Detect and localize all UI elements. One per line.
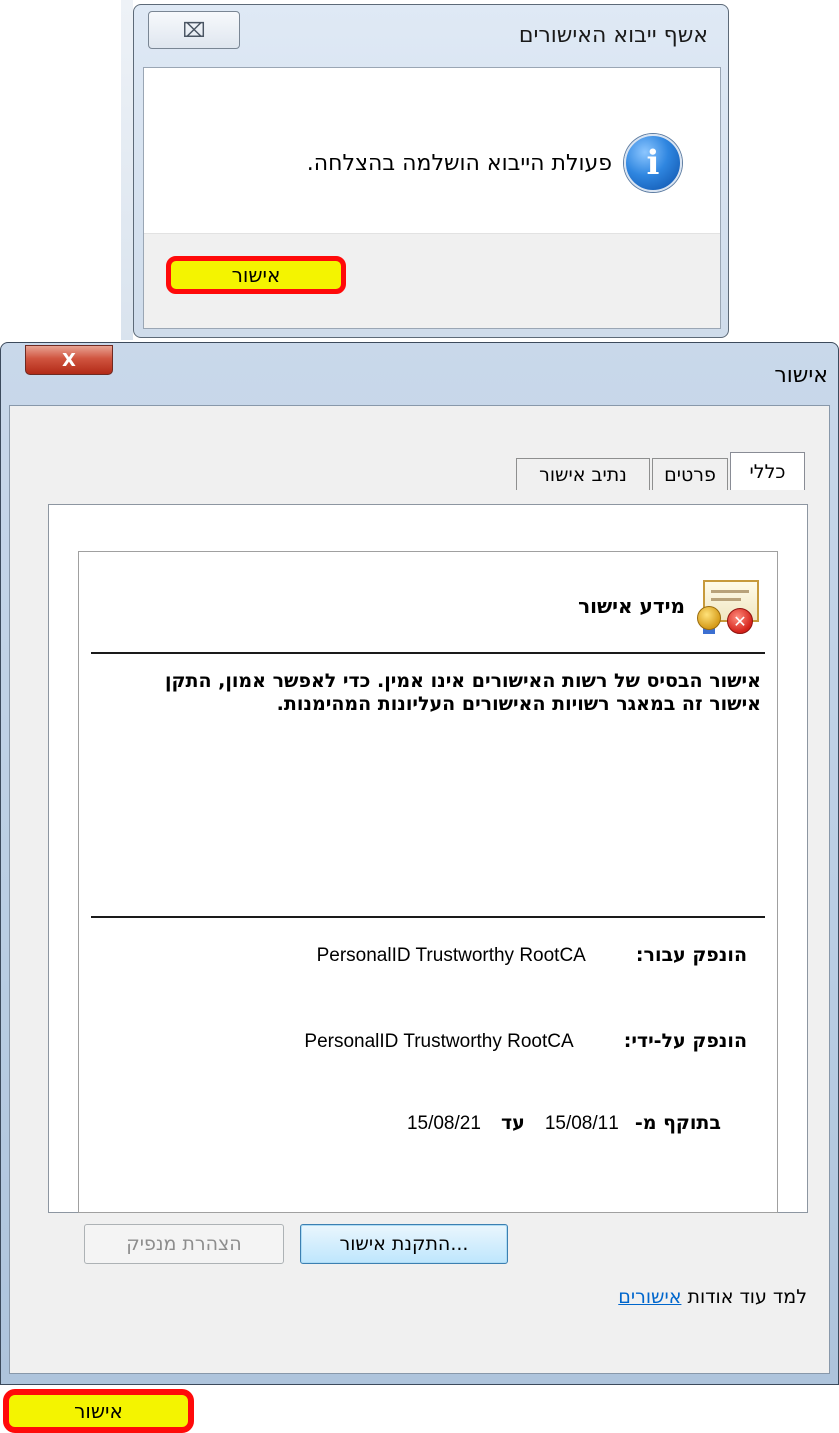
issuer-statement-button: הצהרת מנפיק bbox=[84, 1224, 284, 1264]
message-row: i פעולת הייבוא הושלמה בהצלחה. bbox=[307, 134, 682, 192]
dialog-body: i פעולת הייבוא הושלמה בהצלחה. אישור bbox=[143, 67, 721, 329]
validity-row: בתוקף מ- 15/08/11 עד 15/08/21 bbox=[407, 1112, 721, 1135]
tab-details[interactable]: פרטים bbox=[652, 458, 728, 490]
trust-warning-text: אישור הבסיס של רשות האישורים אינו אמין. … bbox=[165, 670, 761, 715]
learn-more-text: למד עוד אודות bbox=[687, 1286, 807, 1308]
issued-to-row: הונפק עבור: PersonalID Trustworthy RootC… bbox=[317, 944, 747, 967]
certificate-info-header: ✕ מידע אישור bbox=[578, 578, 763, 634]
close-button[interactable]: ⌧ bbox=[148, 11, 240, 49]
certificates-link[interactable]: אישורים bbox=[618, 1286, 681, 1308]
background-window-edge bbox=[121, 0, 133, 340]
divider bbox=[91, 652, 765, 654]
dialog-title: אישור bbox=[774, 363, 828, 388]
close-button[interactable]: X bbox=[25, 345, 113, 375]
issued-by-row: הונפק על-ידי: PersonalID Trustworthy Roo… bbox=[304, 1030, 747, 1053]
certificate-error-icon: ✕ bbox=[697, 578, 763, 634]
tab-certification-path[interactable]: נתיב אישור bbox=[516, 458, 650, 490]
ok-button[interactable]: אישור bbox=[166, 256, 346, 294]
import-wizard-dialog: ⌧ אשף ייבוא האישורים i פעולת הייבוא הושל… bbox=[133, 4, 729, 338]
certificate-info-frame: ✕ מידע אישור אישור הבסיס של רשות האישורי… bbox=[78, 551, 778, 1213]
info-icon: i bbox=[624, 134, 682, 192]
valid-from-value: 15/08/11 bbox=[544, 1113, 619, 1134]
valid-from-label: בתוקף מ- bbox=[634, 1112, 721, 1134]
dialog-footer: אישור bbox=[144, 233, 720, 328]
dialog-title: אשף ייבוא האישורים bbox=[518, 23, 708, 48]
valid-to-value: 15/08/21 bbox=[406, 1113, 481, 1134]
tab-page-general: ✕ מידע אישור אישור הבסיס של רשות האישורי… bbox=[48, 504, 808, 1213]
issued-by-value: PersonalID Trustworthy RootCA bbox=[304, 1031, 574, 1052]
dialog-panel: כללי פרטים נתיב אישור ✕ מידע אישור אישור… bbox=[9, 405, 830, 1374]
ok-button[interactable]: אישור bbox=[3, 1389, 194, 1433]
divider bbox=[91, 916, 765, 918]
install-certificate-button[interactable]: התקנת אישור... bbox=[300, 1224, 508, 1264]
success-message: פעולת הייבוא הושלמה בהצלחה. bbox=[306, 150, 612, 176]
certificate-info-title: מידע אישור bbox=[578, 594, 685, 618]
close-icon: ⌧ bbox=[182, 18, 206, 42]
learn-more: למד עוד אודות אישורים bbox=[618, 1286, 807, 1308]
close-icon: X bbox=[62, 349, 76, 371]
tab-general[interactable]: כללי bbox=[730, 452, 805, 490]
issued-by-label: הונפק על-ידי: bbox=[623, 1030, 747, 1052]
issued-to-value: PersonalID Trustworthy RootCA bbox=[316, 945, 586, 966]
valid-to-label: עד bbox=[500, 1112, 525, 1134]
issued-to-label: הונפק עבור: bbox=[635, 944, 747, 966]
certificate-dialog: X אישור כללי פרטים נתיב אישור ✕ מידע איש… bbox=[0, 342, 839, 1433]
